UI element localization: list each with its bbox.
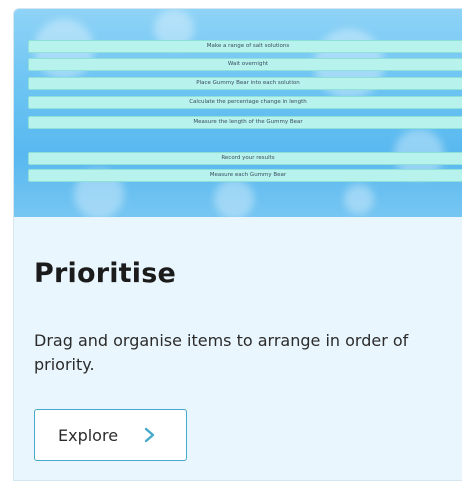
- hero-item: Measure each Gummy Bear: [28, 169, 462, 182]
- hero-item: Record your results: [28, 152, 462, 165]
- hero-image: Make a range of salt solutions Wait over…: [14, 9, 462, 217]
- prioritise-card: Make a range of salt solutions Wait over…: [13, 8, 462, 481]
- explore-button-label: Explore: [58, 425, 119, 445]
- hero-item: Wait overnight: [28, 58, 462, 71]
- hero-item: Calculate the percentage change in lengt…: [28, 96, 462, 109]
- chevron-right-icon: [144, 427, 156, 443]
- explore-button[interactable]: Explore: [34, 409, 187, 461]
- hero-item: Make a range of salt solutions: [28, 40, 462, 53]
- card-description: Drag and organise items to arrange in or…: [34, 331, 409, 374]
- hero-item: Measure the length of the Gummy Bear: [28, 116, 462, 129]
- card-title: Prioritise: [34, 258, 177, 289]
- hero-item: Place Gummy Bear into each solution: [28, 77, 462, 90]
